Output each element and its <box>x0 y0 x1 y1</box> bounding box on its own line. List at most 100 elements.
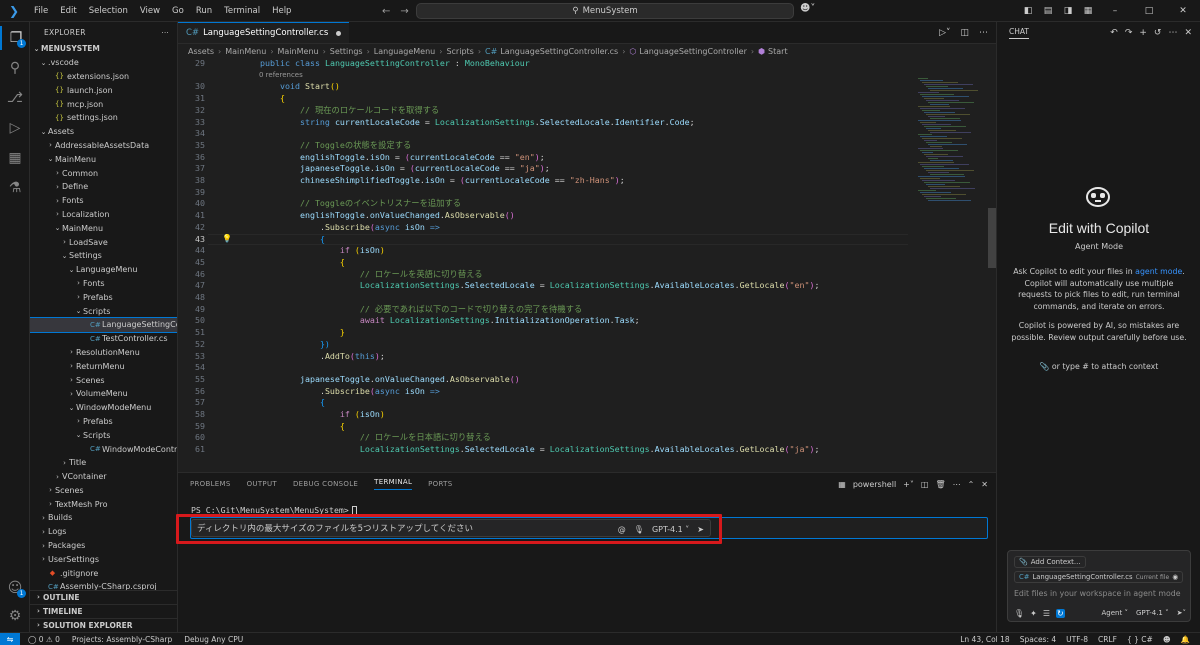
tree-folder[interactable]: › Title <box>30 456 177 470</box>
breadcrumb-item[interactable]: Assets <box>188 47 214 56</box>
terminal-shell-label[interactable]: powershell <box>853 480 896 489</box>
agent-mode-picker[interactable]: Agent ˅ <box>1101 609 1127 617</box>
tree-file[interactable]: {} extensions.json <box>30 70 177 84</box>
more-actions-icon[interactable]: ⋯ <box>953 480 961 489</box>
codelens-references[interactable]: 0 references <box>259 70 303 82</box>
tree-folder[interactable]: › Common <box>30 166 177 180</box>
menu-run[interactable]: Run <box>190 0 218 22</box>
tree-folder[interactable]: › Prefabs <box>30 415 177 429</box>
editor-scrollbar[interactable] <box>988 58 996 472</box>
minimize-button[interactable]: – <box>1098 6 1132 16</box>
menu-view[interactable]: View <box>134 0 166 22</box>
tree-file[interactable]: {} launch.json <box>30 83 177 97</box>
tree-folder[interactable]: › ResolutionMenu <box>30 346 177 360</box>
toggle-sidebar-icon[interactable]: ◧ <box>1018 6 1038 16</box>
tree-folder[interactable]: ⌄ Scripts <box>30 428 177 442</box>
indentation[interactable]: Spaces: 4 <box>1020 635 1056 644</box>
panel-tab-debug-console[interactable]: DEBUG CONSOLE <box>293 480 358 488</box>
remote-icon[interactable]: ⇋ <box>0 632 20 645</box>
tree-file[interactable]: {} mcp.json <box>30 97 177 111</box>
copilot-status-icon[interactable]: ☻ <box>1163 635 1171 644</box>
tree-file[interactable]: C# TestController.cs <box>30 332 177 346</box>
maximize-panel-icon[interactable]: ⌃ <box>968 480 975 489</box>
menu-terminal[interactable]: Terminal <box>218 0 266 22</box>
undo-icon[interactable]: ↶ <box>1110 28 1118 38</box>
close-panel-icon[interactable]: ✕ <box>981 480 988 489</box>
chat-tab-label[interactable]: CHAT <box>1009 27 1030 39</box>
editor-tab-active[interactable]: C# LanguageSettingController.cs <box>178 22 350 43</box>
menu-edit[interactable]: Edit <box>54 0 82 22</box>
settings-gear-icon[interactable]: ⚙ <box>0 604 30 628</box>
run-debug-icon[interactable]: ▷ <box>0 116 30 140</box>
breadcrumb-item[interactable]: Start <box>768 47 788 56</box>
tree-folder[interactable]: ⌄ LanguageMenu <box>30 263 177 277</box>
testing-icon[interactable]: ⚗ <box>0 176 30 200</box>
tree-folder[interactable]: ⌄ Assets <box>30 125 177 139</box>
notifications-icon[interactable]: 🔔 <box>1181 635 1190 644</box>
history-icon[interactable]: ↺ <box>1154 28 1162 38</box>
tree-folder[interactable]: › UserSettings <box>30 552 177 566</box>
send-icon[interactable]: ➤˅ <box>1177 609 1186 617</box>
panel-tab-ports[interactable]: PORTS <box>428 480 452 488</box>
breadcrumb-item[interactable]: MainMenu <box>278 47 319 56</box>
toggle-panel-icon[interactable]: ▤ <box>1038 6 1058 16</box>
kill-terminal-icon[interactable]: 🗑 <box>935 480 945 489</box>
breadcrumb-item[interactable]: MainMenu <box>225 47 266 56</box>
tree-folder[interactable]: › ReturnMenu <box>30 359 177 373</box>
explorer-icon[interactable]: ❐ 1 <box>0 26 30 50</box>
tree-folder[interactable]: › Fonts <box>30 194 177 208</box>
problems-status[interactable]: ◯ 0 ⚠ 0 <box>28 635 60 644</box>
code-editor[interactable]: 29 public class LanguageSettingControlle… <box>178 58 908 472</box>
tree-file[interactable]: {} settings.json <box>30 111 177 125</box>
refresh-icon[interactable]: ↻ <box>1056 608 1065 618</box>
tree-folder[interactable]: › VContainer <box>30 470 177 484</box>
tree-file[interactable]: C#WindowModeController.cs <box>30 442 177 456</box>
more-actions-icon[interactable]: ⋯ <box>1168 28 1177 38</box>
split-editor-icon[interactable]: ◫ <box>960 28 969 38</box>
close-icon[interactable]: ✕ <box>1184 28 1192 38</box>
search-view-icon[interactable]: ⚲ <box>0 56 30 80</box>
forward-arrow-icon[interactable]: → <box>400 6 408 17</box>
tree-folder[interactable]: › Packages <box>30 539 177 553</box>
language-mode[interactable]: { } C# <box>1127 635 1153 644</box>
customize-layout-icon[interactable]: ▦ <box>1078 6 1098 16</box>
outline-section[interactable]: › OUTLINE <box>30 590 177 603</box>
close-button[interactable]: ✕ <box>1166 6 1200 16</box>
account-icon[interactable]: ☺ 1 <box>0 576 30 600</box>
tree-folder[interactable]: › Scenes <box>30 373 177 387</box>
solution-explorer-section[interactable]: › SOLUTION EXPLORER <box>30 618 177 631</box>
tree-folder[interactable]: › Prefabs <box>30 290 177 304</box>
tree-folder[interactable]: › Builds <box>30 511 177 525</box>
chat-model-picker[interactable]: GPT-4.1 ˅ <box>1136 609 1169 617</box>
breadcrumb-item[interactable]: LanguageMenu <box>374 47 435 56</box>
tree-folder[interactable]: ⌄ Settings <box>30 249 177 263</box>
agent-mode-link[interactable]: agent mode <box>1135 267 1182 276</box>
project-status[interactable]: Projects: Assembly-CSharp <box>72 635 172 644</box>
eye-icon[interactable]: ◉ <box>1172 573 1178 581</box>
tree-folder[interactable]: › Localization <box>30 208 177 222</box>
tools-icon[interactable]: ✦ <box>1030 609 1037 618</box>
tree-folder[interactable]: ⌄ .vscode <box>30 56 177 70</box>
minimap[interactable] <box>914 58 984 472</box>
tree-folder[interactable]: ⌄ WindowModeMenu <box>30 401 177 415</box>
tree-file[interactable]: C#LanguageSettingControll... <box>30 316 177 333</box>
tree-folder[interactable]: › Fonts <box>30 277 177 291</box>
tree-folder[interactable]: ⌄ MainMenu <box>30 221 177 235</box>
scroll-thumb[interactable] <box>988 208 996 268</box>
breadcrumb-item[interactable]: Scripts <box>446 47 473 56</box>
tree-file[interactable]: ◆ .gitignore <box>30 566 177 580</box>
encoding[interactable]: UTF-8 <box>1066 635 1088 644</box>
back-arrow-icon[interactable]: ← <box>382 6 390 17</box>
toggle-secondary-sidebar-icon[interactable]: ◨ <box>1058 6 1078 16</box>
current-file-chip[interactable]: C# LanguageSettingController.cs Current … <box>1014 571 1184 583</box>
panel-tab-output[interactable]: OUTPUT <box>247 480 277 488</box>
tree-folder[interactable]: › Logs <box>30 525 177 539</box>
add-context-button[interactable]: 📎 Add Context... <box>1014 556 1086 568</box>
menu-help[interactable]: Help <box>266 0 297 22</box>
new-terminal-icon[interactable]: +˅ <box>903 480 914 489</box>
line-ending[interactable]: CRLF <box>1098 635 1117 644</box>
tree-folder[interactable]: › Scenes <box>30 484 177 498</box>
source-control-icon[interactable]: ⎇ <box>0 86 30 110</box>
menu-selection[interactable]: Selection <box>83 0 134 22</box>
panel-tab-problems[interactable]: PROBLEMS <box>190 480 231 488</box>
